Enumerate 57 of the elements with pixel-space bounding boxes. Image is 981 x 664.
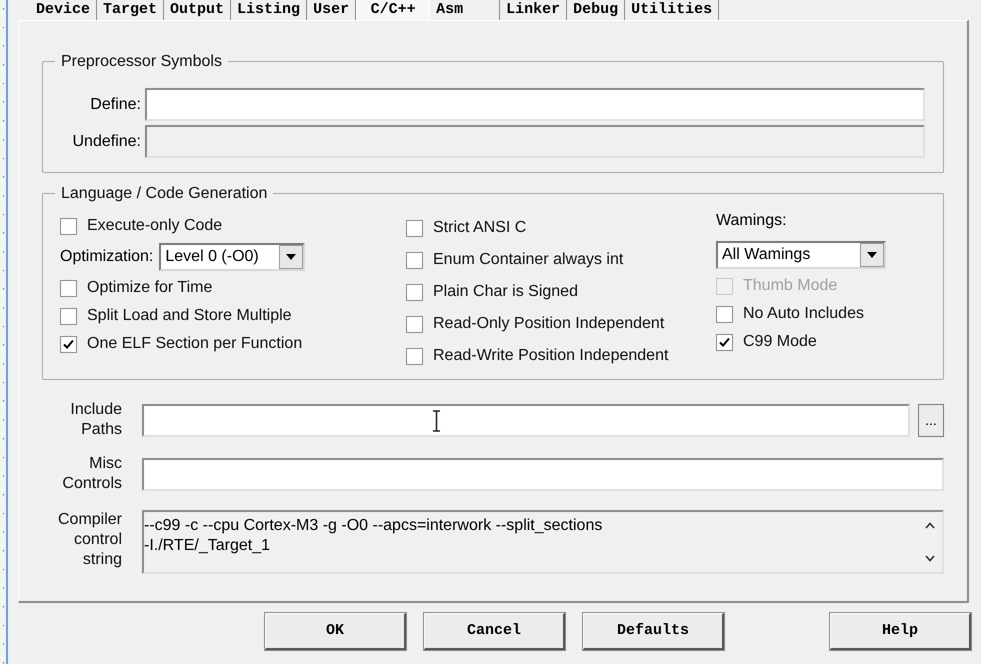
checkbox-label: Thumb Mode xyxy=(743,276,838,296)
checkbox[interactable] xyxy=(406,220,423,236)
tab[interactable]: C/C++ xyxy=(356,0,430,20)
checkbox[interactable] xyxy=(60,336,77,352)
bookmark-icon xyxy=(0,550,6,552)
checkbox[interactable] xyxy=(406,252,423,268)
checkmark-icon xyxy=(63,338,74,350)
compiler-string-line: --c99 -c --cpu Cortex-M3 -g -O0 --apcs=interwork --split_sections xyxy=(144,516,604,536)
bookmark-icon xyxy=(0,400,6,402)
checkbox-label: No Auto Includes xyxy=(743,304,864,324)
bookmark-icon xyxy=(0,45,6,48)
checkbox[interactable] xyxy=(406,284,423,300)
checkbox[interactable] xyxy=(60,280,77,296)
bookmark-icon xyxy=(0,250,6,253)
bookmark-icon xyxy=(0,494,6,496)
compiler-control-label: Compiler control string xyxy=(56,510,122,570)
checkbox-label: Read-Write Position Independent xyxy=(433,346,668,366)
warnings-label: Wamings: xyxy=(716,211,787,231)
checkbox[interactable] xyxy=(406,316,423,332)
checkbox[interactable] xyxy=(716,306,733,322)
dropdown[interactable]: All Wamings xyxy=(716,241,886,269)
checkbox[interactable] xyxy=(716,334,733,350)
misc-controls-label: Misc Controls xyxy=(61,454,122,494)
browse-button[interactable]: ... xyxy=(918,404,944,436)
checkbox-label: Optimize for Time xyxy=(87,278,212,298)
checkbox-label: One ELF Section per Function xyxy=(87,334,302,354)
checkbox[interactable] xyxy=(406,348,423,364)
dialog-button[interactable]: OK xyxy=(265,613,406,650)
input-field[interactable] xyxy=(142,404,910,436)
checkmark-icon xyxy=(719,336,730,348)
bookmark-icon xyxy=(0,101,6,104)
scroll-down-icon[interactable] xyxy=(925,555,935,562)
bookmark-icon xyxy=(0,643,6,646)
dropdown[interactable]: Level 0 (-O0) xyxy=(159,243,306,271)
optimization-label: Optimization: xyxy=(60,247,154,267)
dialog-button[interactable]: Help xyxy=(830,613,971,650)
checkbox-label: Plain Char is Signed xyxy=(433,282,578,302)
dialog-button[interactable]: Defaults xyxy=(583,613,724,650)
checkbox-label: C99 Mode xyxy=(743,332,817,352)
checkbox[interactable] xyxy=(60,218,77,234)
include-paths-label: Include Paths xyxy=(69,400,122,440)
field-label: Define: xyxy=(89,94,141,114)
checkbox-label: Strict ANSI C xyxy=(433,218,526,238)
compiler-string-line: -I./RTE/_Target_1 xyxy=(144,536,271,556)
input-field[interactable] xyxy=(142,458,944,490)
checkbox-label: Enum Container always int xyxy=(433,250,624,270)
text-cursor-icon xyxy=(432,410,441,432)
bookmark-icon xyxy=(0,344,6,346)
bookmark-icon xyxy=(0,194,6,197)
checkbox-label: Split Load and Store Multiple xyxy=(87,306,292,326)
field-label: Undefine: xyxy=(72,132,141,152)
checkbox[interactable] xyxy=(60,308,77,324)
checkbox-label: Execute-only Code xyxy=(87,216,222,236)
scroll-up-icon[interactable] xyxy=(925,522,935,529)
checkbox-label: Read-Only Position Independent xyxy=(433,314,664,334)
input-field[interactable] xyxy=(145,88,925,121)
dialog-button[interactable]: Cancel xyxy=(424,613,565,650)
